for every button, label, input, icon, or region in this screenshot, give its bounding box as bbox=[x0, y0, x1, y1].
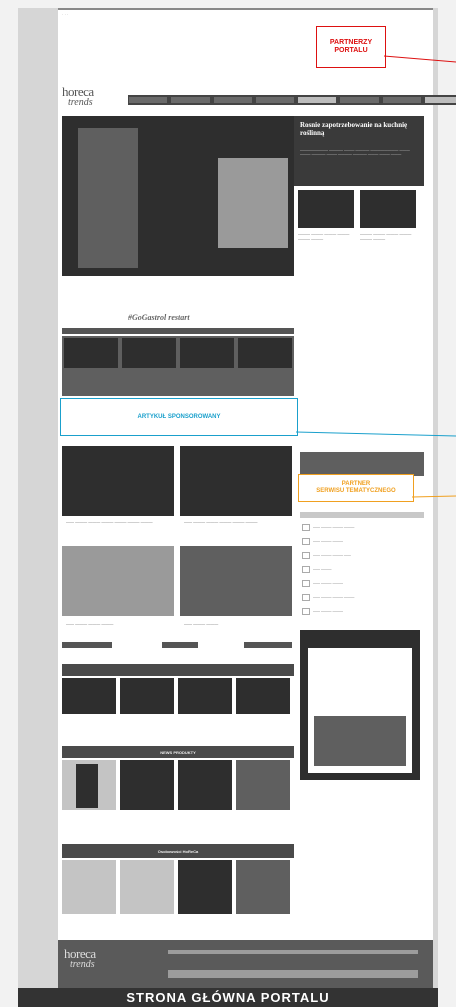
leader-lines bbox=[295, 55, 456, 498]
bottom-caption: STRONA GŁÓWNA PORTALU bbox=[18, 988, 438, 1007]
